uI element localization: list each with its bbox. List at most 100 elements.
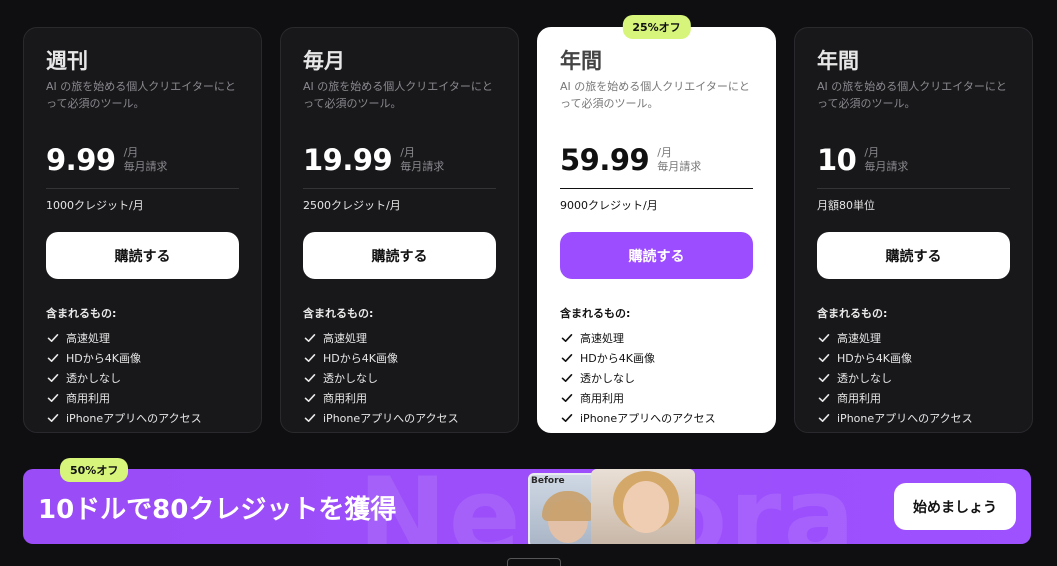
includes-title: 含まれるもの: [303,307,374,320]
check-icon [304,414,316,422]
feature-label: 高速処理 [323,332,367,345]
plan-description: AI の旅を始める個人クリエイターにとって必須のツール。 [560,80,750,110]
feature-label: 商用利用 [580,392,624,405]
plan-card-monthly: 毎月 AI の旅を始める個人クリエイターにとって必須のツール。 19.99 /月… [280,27,519,433]
feature-label: 高速処理 [837,332,881,345]
feature-label: 商用利用 [837,392,881,405]
plan-price: 59.99 [560,143,650,177]
price-row: 19.99 /月 毎月請求 [303,140,496,176]
feature-label: HDから4K画像 [580,352,655,365]
scroll-handle[interactable] [507,558,561,566]
feature-list: 高速処理 HDから4K画像 透かしなし 商用利用 iPhoneアプリへのアクセス [817,328,1010,428]
pricing-cards: 週刊 AI の旅を始める個人クリエイターにとって必須のツール。 9.99 /月 … [23,15,1033,433]
check-icon [47,394,59,402]
check-icon [818,354,830,362]
before-label: Before [531,476,565,486]
feature-label: HDから4K画像 [66,352,141,365]
feature-label: 高速処理 [66,332,110,345]
plan-name: 週刊 [46,49,88,73]
check-icon [47,354,59,362]
check-icon [561,394,573,402]
check-icon [818,374,830,382]
feature-item: 商用利用 [560,388,753,408]
get-started-button[interactable]: 始めましょう [894,483,1016,530]
includes-title: 含まれるもの: [46,307,117,320]
feature-label: 透かしなし [66,372,121,385]
feature-item: iPhoneアプリへのアクセス [303,408,496,428]
feature-label: iPhoneアプリへのアクセス [580,412,716,425]
billing-note: 毎月請求 [400,160,445,173]
feature-item: 商用利用 [46,388,239,408]
plan-price: 10 [817,143,857,177]
feature-label: HDから4K画像 [837,352,912,365]
check-icon [818,334,830,342]
plan-card-weekly: 週刊 AI の旅を始める個人クリエイターにとって必須のツール。 9.99 /月 … [23,27,262,433]
feature-item: 透かしなし [46,368,239,388]
subscribe-button[interactable]: 購読する [303,232,496,279]
plan-description: AI の旅を始める個人クリエイターにとって必須のツール。 [303,80,493,110]
billing-note: 毎月請求 [123,160,168,173]
check-icon [304,354,316,362]
check-icon [818,414,830,422]
feature-label: 商用利用 [323,392,367,405]
promo-banner: Neurora Before 50%オフ 10ドルで80クレジットを獲得 始めま… [23,458,1031,544]
feature-label: 透かしなし [323,372,378,385]
feature-item: 透かしなし [560,368,753,388]
feature-item: 商用利用 [303,388,496,408]
subscribe-button[interactable]: 購読する [817,232,1010,279]
subscribe-button[interactable]: 購読する [46,232,239,279]
pricing-page: 週刊 AI の旅を始める個人クリエイターにとって必須のツール。 9.99 /月 … [0,0,1057,566]
divider [303,188,496,189]
price-meta: /月 毎月請求 [400,146,444,176]
feature-item: HDから4K画像 [303,348,496,368]
divider [560,188,753,189]
feature-label: 高速処理 [580,332,624,345]
feature-label: 透かしなし [580,372,635,385]
feature-list: 高速処理 HDから4K画像 透かしなし 商用利用 iPhoneアプリへのアクセス [560,328,753,428]
plan-credits: 2500クレジット/月 [303,199,401,212]
check-icon [561,334,573,342]
check-icon [304,394,316,402]
feature-label: iPhoneアプリへのアクセス [66,412,202,425]
check-icon [47,414,59,422]
subscribe-button[interactable]: 購読する [560,232,753,279]
price-row: 9.99 /月 毎月請求 [46,140,239,176]
feature-item: 高速処理 [560,328,753,348]
price-period: /月 [657,146,672,159]
banner-title: 10ドルで80クレジットを獲得 [38,495,397,525]
feature-item: 透かしなし [303,368,496,388]
feature-label: 商用利用 [66,392,110,405]
divider [817,188,1010,189]
billing-note: 毎月請求 [657,160,702,173]
check-icon [561,374,573,382]
price-period: /月 [123,146,139,159]
feature-item: 高速処理 [817,328,1010,348]
divider [46,188,239,189]
price-meta: /月 毎月請求 [864,146,908,176]
feature-item: 高速処理 [46,328,239,348]
feature-item: 透かしなし [817,368,1010,388]
check-icon [304,334,316,342]
plan-price: 9.99 [46,143,116,177]
price-meta: /月 毎月請求 [124,146,168,176]
includes-title: 含まれるもの: [817,307,888,320]
feature-label: 透かしなし [837,372,892,385]
plan-credits: 9000クレジット/月 [560,199,658,212]
check-icon [304,374,316,382]
billing-note: 毎月請求 [864,160,909,173]
check-icon [47,334,59,342]
price-meta: /月 毎月請求 [657,146,701,176]
feature-list: 高速処理 HDから4K画像 透かしなし 商用利用 iPhoneアプリへのアクセス [46,328,239,428]
price-period: /月 [864,146,880,159]
feature-item: HDから4K画像 [817,348,1010,368]
feature-item: HDから4K画像 [560,348,753,368]
check-icon [818,394,830,402]
feature-item: 高速処理 [303,328,496,348]
feature-item: 商用利用 [817,388,1010,408]
plan-price: 19.99 [303,143,393,177]
feature-item: iPhoneアプリへのアクセス [46,408,239,428]
plan-credits: 月額80単位 [817,199,875,212]
price-period: /月 [400,146,415,159]
feature-list: 高速処理 HDから4K画像 透かしなし 商用利用 iPhoneアプリへのアクセス [303,328,496,428]
after-face [623,481,669,533]
